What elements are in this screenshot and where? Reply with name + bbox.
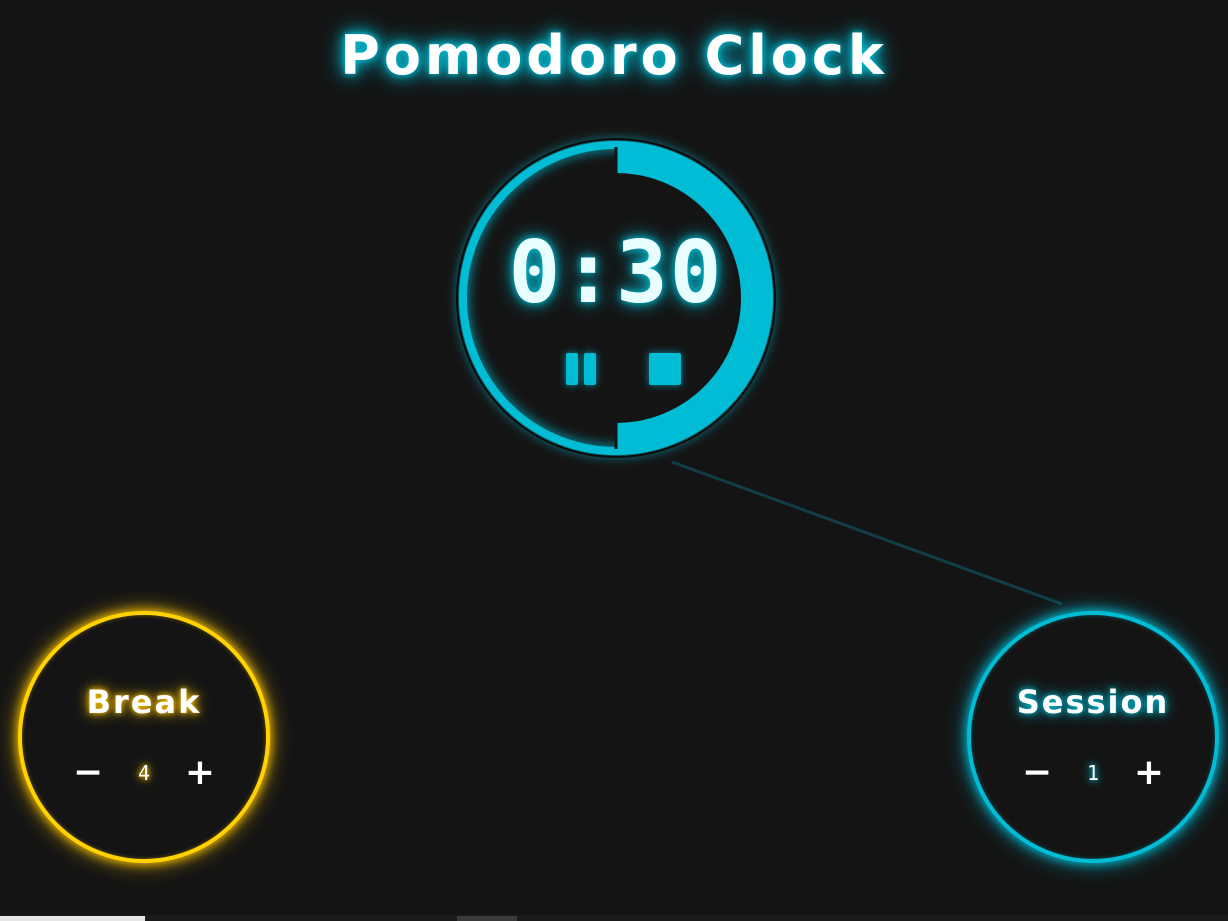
pause-icon-bar-right — [584, 353, 596, 385]
stop-button[interactable] — [647, 351, 683, 387]
session-dial: Session − 1 + — [967, 611, 1219, 863]
bottom-scrollbar[interactable] — [0, 915, 1228, 921]
session-increment-button[interactable]: + — [1129, 753, 1169, 793]
pause-button[interactable] — [564, 351, 600, 387]
session-decrement-button[interactable]: − — [1017, 753, 1057, 793]
session-length-value: 1 — [1086, 761, 1100, 785]
break-dial: Break − 4 + — [18, 611, 270, 863]
stop-icon — [649, 353, 681, 385]
scrollbar-thumb[interactable] — [457, 916, 517, 921]
scrollbar-segment — [0, 916, 145, 921]
session-label: Session — [1016, 683, 1170, 721]
timer-display: 0:30 — [508, 223, 724, 323]
break-controls: − 4 + — [22, 753, 266, 793]
pause-icon-bar-left — [566, 353, 578, 385]
break-decrement-button[interactable]: − — [68, 753, 108, 793]
session-controls: − 1 + — [971, 753, 1215, 793]
break-label: Break — [86, 683, 202, 721]
break-length-value: 4 — [137, 761, 151, 785]
timer-clock: 0:30 — [456, 138, 776, 458]
break-increment-button[interactable]: + — [180, 753, 220, 793]
pomodoro-app: Pomodoro Clock 0:30 Break − 4 + Session … — [0, 0, 1228, 921]
